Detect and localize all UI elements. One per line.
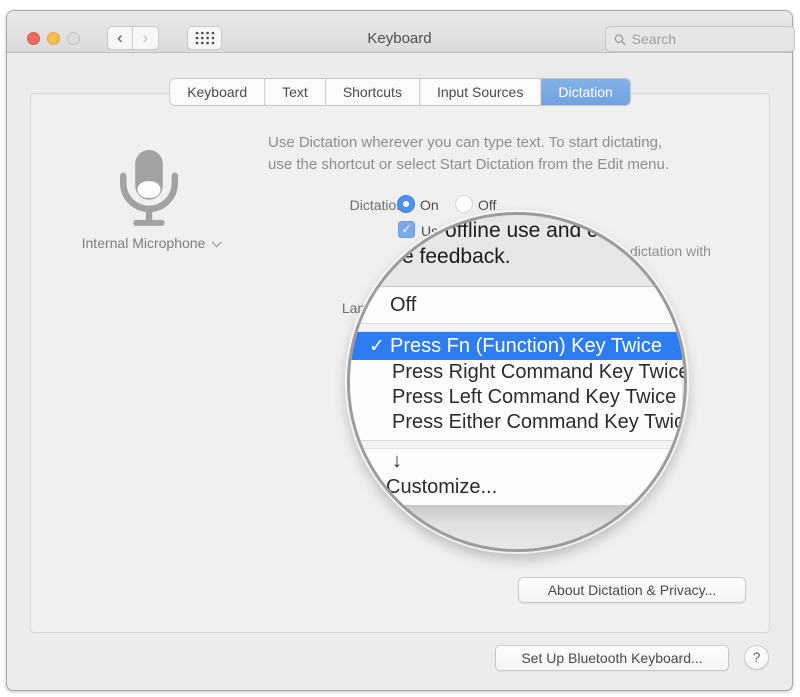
menu-drop-shadow: [350, 505, 684, 549]
menu-item-press-right-command[interactable]: Press Right Command Key Twice: [350, 360, 682, 385]
dictation-off-label[interactable]: Off: [478, 197, 496, 213]
menu-separator: [350, 440, 682, 449]
search-icon: [614, 33, 626, 46]
magnified-text-line1: offline use and con: [445, 219, 621, 243]
menu-item-customize[interactable]: Customize...: [350, 474, 682, 501]
tab-bar: Keyboard Text Shortcuts Input Sources Di…: [170, 79, 630, 105]
microphone-selector[interactable]: Internal Microphone: [35, 235, 265, 251]
magnified-text-line2: e feedback.: [402, 245, 511, 269]
tab-dictation[interactable]: Dictation: [540, 79, 629, 105]
magnifier-loupe: offline use and con e feedback. Off ✓ Pr…: [347, 212, 687, 552]
search-input[interactable]: [632, 31, 786, 47]
tab-text[interactable]: Text: [264, 79, 325, 105]
tab-input-sources[interactable]: Input Sources: [419, 79, 540, 105]
menu-item-press-either-command[interactable]: Press Either Command Key Twice: [350, 410, 682, 435]
menu-separator: [350, 323, 682, 332]
menu-item-press-fn-selected[interactable]: ✓ Press Fn (Function) Key Twice: [350, 332, 682, 360]
about-dictation-privacy-button[interactable]: About Dictation & Privacy...: [518, 577, 746, 603]
tab-shortcuts[interactable]: Shortcuts: [325, 79, 419, 105]
dictation-off-radio[interactable]: [455, 195, 473, 213]
menu-item-press-left-command[interactable]: Press Left Command Key Twice: [350, 385, 682, 410]
microphone-icon: [103, 146, 195, 239]
checkmark-icon: ✓: [364, 335, 390, 358]
help-button[interactable]: ?: [744, 645, 769, 670]
title-bar: ‹ › Keyboard: [7, 11, 792, 53]
menu-item-off[interactable]: Off: [350, 287, 682, 323]
search-field[interactable]: [605, 26, 795, 52]
down-arrow-icon: ↓: [350, 449, 682, 474]
tab-keyboard[interactable]: Keyboard: [170, 79, 264, 105]
setup-bluetooth-keyboard-button[interactable]: Set Up Bluetooth Keyboard...: [495, 645, 729, 671]
description-line-1: Use Dictation wherever you can type text…: [268, 132, 758, 154]
microphone-selector-label: Internal Microphone: [82, 235, 206, 251]
menu-item-selected-label: Press Fn (Function) Key Twice: [390, 335, 662, 358]
dictation-on-label[interactable]: On: [420, 197, 439, 213]
description-fragment: dictation with: [630, 243, 711, 259]
dictation-label: Dictation:: [288, 197, 408, 213]
shortcut-dropdown-menu: Off ✓ Press Fn (Function) Key Twice Pres…: [350, 286, 682, 505]
dictation-description: Use Dictation wherever you can type text…: [268, 132, 758, 176]
chevron-down-icon: [212, 237, 222, 247]
dictation-on-radio[interactable]: [397, 195, 415, 213]
enhanced-dictation-checkbox[interactable]: ✓: [398, 221, 415, 238]
screenshot-page: ‹ › Keyboard Keyboard Text Short: [0, 0, 800, 697]
description-line-2: use the shortcut or select Start Dictati…: [268, 154, 758, 176]
